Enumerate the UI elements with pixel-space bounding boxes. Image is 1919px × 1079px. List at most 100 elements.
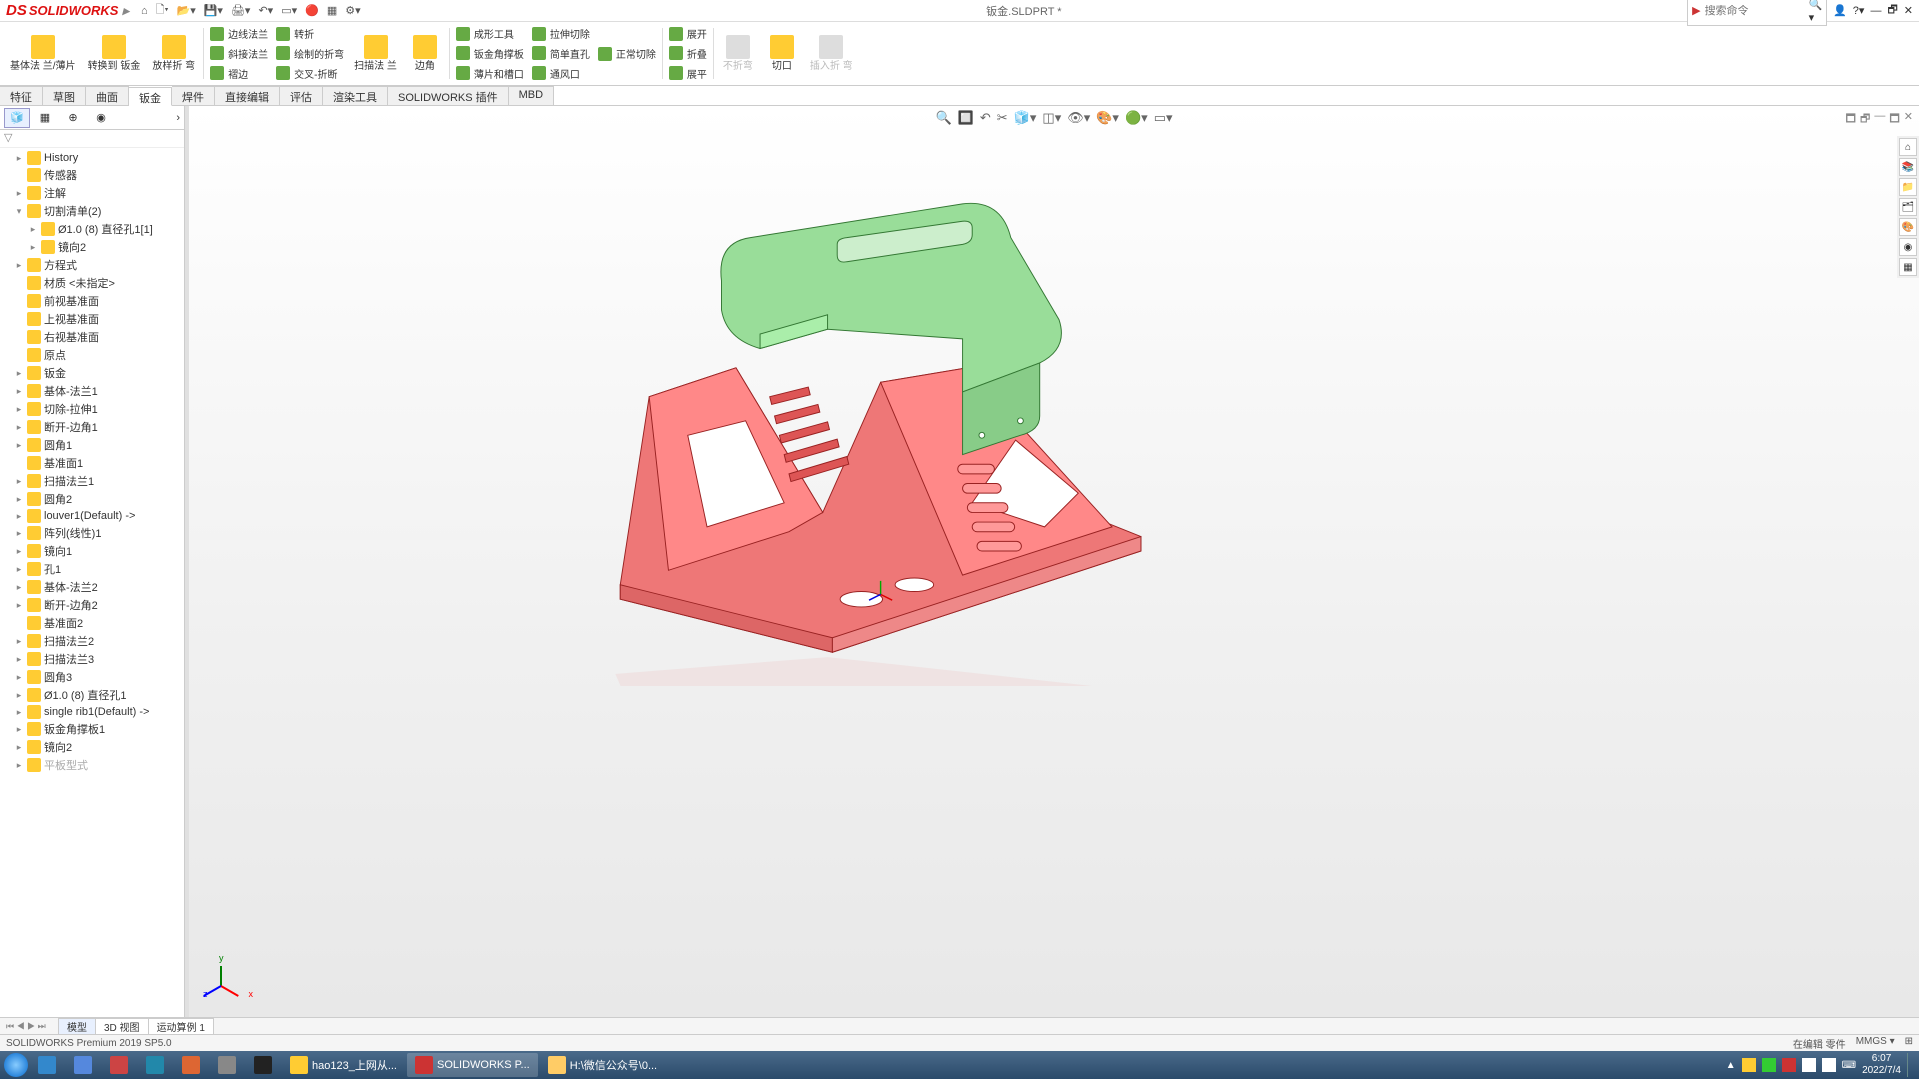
- tree-node[interactable]: ▸Ø1.0 (8) 直径孔1: [0, 686, 184, 704]
- command-tab-钣金[interactable]: 钣金: [129, 87, 172, 106]
- taskpane-resources-icon[interactable]: 📚: [1899, 158, 1917, 176]
- tree-expand-icon[interactable]: ▸: [14, 707, 24, 718]
- tree-expand-icon[interactable]: ▸: [14, 724, 24, 735]
- section-view-icon[interactable]: ✂: [997, 110, 1008, 126]
- taskpane-design-library-icon[interactable]: 📁: [1899, 178, 1917, 196]
- select-icon[interactable]: ▭▾: [281, 4, 297, 17]
- configuration-manager-tab[interactable]: ⊕: [60, 108, 86, 128]
- command-tab-焊件[interactable]: 焊件: [172, 86, 215, 105]
- normal-cut-button[interactable]: 正常切除: [594, 45, 660, 62]
- tree-node[interactable]: 基准面2: [0, 614, 184, 632]
- taskpane-view-palette-icon[interactable]: 🎨: [1899, 218, 1917, 236]
- tree-node[interactable]: 右视基准面: [0, 328, 184, 346]
- taskbar-app-button[interactable]: [66, 1053, 100, 1077]
- tree-node[interactable]: ▸基体-法兰1: [0, 382, 184, 400]
- taskbar-app-button[interactable]: [138, 1053, 172, 1077]
- tree-node[interactable]: 传感器: [0, 166, 184, 184]
- simple-hole-button[interactable]: 简单直孔: [528, 45, 594, 62]
- tree-expand-icon[interactable]: ▸: [28, 242, 38, 253]
- tree-expand-icon[interactable]: ▸: [14, 368, 24, 379]
- tree-expand-icon[interactable]: ▸: [14, 153, 24, 164]
- taskbar-app-button[interactable]: H:\微信公众号\0...: [540, 1053, 665, 1077]
- help-icon[interactable]: ?▾: [1853, 4, 1865, 17]
- feature-tree-tab[interactable]: 🧊: [4, 108, 30, 128]
- tree-expand-icon[interactable]: ▸: [14, 564, 24, 575]
- tree-expand-icon[interactable]: ▸: [14, 422, 24, 433]
- tree-node[interactable]: 基准面1: [0, 454, 184, 472]
- tree-node[interactable]: ▸History: [0, 150, 184, 166]
- tree-node[interactable]: ▸断开-边角2: [0, 596, 184, 614]
- tray-input-icon[interactable]: ⌨: [1842, 1060, 1856, 1071]
- tree-node[interactable]: ▸阵列(线性)1: [0, 524, 184, 542]
- tree-expand-icon[interactable]: ▸: [14, 476, 24, 487]
- display-style-icon[interactable]: ◫▾: [1042, 110, 1061, 126]
- restore-icon[interactable]: 🗗: [1887, 1, 1897, 20]
- cross-break-button[interactable]: 交叉-折断: [272, 65, 348, 82]
- tree-node[interactable]: ▸断开-边角1: [0, 418, 184, 436]
- command-tab-草图[interactable]: 草图: [43, 86, 86, 105]
- undo-icon[interactable]: ↶▾: [258, 4, 273, 17]
- tree-expand-icon[interactable]: ▸: [28, 224, 38, 235]
- show-desktop-button[interactable]: [1907, 1053, 1915, 1077]
- taskbar-app-button[interactable]: [210, 1053, 244, 1077]
- tree-node[interactable]: ▸切除-拉伸1: [0, 400, 184, 418]
- jog-button[interactable]: 转折: [272, 25, 348, 42]
- tree-node[interactable]: ▸Ø1.0 (8) 直径孔1[1]: [0, 220, 184, 238]
- hem-button[interactable]: 褶边: [206, 65, 272, 82]
- base-flange-button[interactable]: 基体法 兰/薄片: [4, 24, 82, 83]
- command-tab-SOLIDWORKS 插件[interactable]: SOLIDWORKS 插件: [388, 86, 509, 105]
- tree-node[interactable]: ▸圆角2: [0, 490, 184, 508]
- command-tab-渲染工具[interactable]: 渲染工具: [323, 86, 388, 105]
- tree-expand-icon[interactable]: ▸: [14, 440, 24, 451]
- taskpane-custom-props-icon[interactable]: ▦: [1899, 258, 1917, 276]
- tree-expand-icon[interactable]: ›: [176, 112, 180, 124]
- zoom-fit-icon[interactable]: 🔍: [936, 110, 952, 126]
- graphics-viewport[interactable]: 🔍 🔲 ↶ ✂ 🧊▾ ◫▾ 👁▾ 🎨▾ 🟢▾ ▭▾ 🗖 🗗 — 🗖 ✕ ⌂ 📚 …: [189, 106, 1919, 1017]
- swept-flange-button[interactable]: 扫描法 兰: [348, 24, 403, 83]
- tree-expand-icon[interactable]: ▸: [14, 690, 24, 701]
- tray-volume-icon[interactable]: [1822, 1058, 1836, 1072]
- tree-node[interactable]: ▸平板型式: [0, 756, 184, 774]
- tree-node[interactable]: ▸镜向1: [0, 542, 184, 560]
- viewport-minimize-icon[interactable]: —: [1874, 110, 1885, 129]
- viewport-maximize-icon[interactable]: 🗖: [1889, 110, 1899, 129]
- taskbar-app-button[interactable]: SOLIDWORKS P...: [407, 1053, 538, 1077]
- tree-expand-icon[interactable]: ▸: [14, 636, 24, 647]
- tray-icon-2[interactable]: [1762, 1058, 1776, 1072]
- tree-node[interactable]: ▸single rib1(Default) ->: [0, 704, 184, 720]
- bottom-tab-运动算例 1[interactable]: 运动算例 1: [148, 1018, 214, 1035]
- tree-node[interactable]: ▸扫描法兰2: [0, 632, 184, 650]
- tree-expand-icon[interactable]: ▸: [14, 188, 24, 199]
- home-icon[interactable]: ⌂: [141, 5, 148, 17]
- tree-node[interactable]: ▸圆角1: [0, 436, 184, 454]
- close-icon[interactable]: ✕: [1904, 4, 1913, 17]
- command-tab-MBD[interactable]: MBD: [509, 86, 554, 105]
- tree-expand-icon[interactable]: ▸: [14, 582, 24, 593]
- view-orientation-icon[interactable]: 🧊▾: [1014, 110, 1037, 126]
- forming-tool-button[interactable]: 成形工具: [452, 25, 528, 42]
- user-icon[interactable]: 👤: [1833, 4, 1847, 17]
- taskpane-home-icon[interactable]: ⌂: [1899, 138, 1917, 156]
- fold-button[interactable]: 折叠: [665, 45, 711, 62]
- tree-node[interactable]: 前视基准面: [0, 292, 184, 310]
- search-command-box[interactable]: ▶ 🔍▾: [1687, 0, 1827, 26]
- taskbar-app-button[interactable]: [174, 1053, 208, 1077]
- tree-node[interactable]: ▸扫描法兰1: [0, 472, 184, 490]
- taskbar-app-button[interactable]: hao123_上网从...: [282, 1053, 405, 1077]
- sketched-bend-button[interactable]: 绘制的折弯: [272, 45, 348, 62]
- new-icon[interactable]: 🗋▾: [156, 1, 169, 20]
- command-tab-评估[interactable]: 评估: [280, 86, 323, 105]
- tree-node[interactable]: ▸圆角3: [0, 668, 184, 686]
- search-magnify-icon[interactable]: 🔍▾: [1809, 0, 1823, 24]
- logo-dropdown-icon[interactable]: ▸: [122, 3, 129, 19]
- viewport-close-icon[interactable]: ✕: [1904, 110, 1913, 129]
- taskpane-appearances-icon[interactable]: ◉: [1899, 238, 1917, 256]
- property-manager-tab[interactable]: ▦: [32, 108, 58, 128]
- tree-expand-icon[interactable]: ▸: [14, 494, 24, 505]
- taskbar-clock[interactable]: 6:07 2022/7/4: [1862, 1053, 1901, 1077]
- lofted-bend-button[interactable]: 放样折 弯: [146, 24, 201, 83]
- tree-node[interactable]: ▾切割清单(2): [0, 202, 184, 220]
- tree-expand-icon[interactable]: ▸: [14, 654, 24, 665]
- start-button[interactable]: [4, 1053, 28, 1077]
- tree-node[interactable]: 原点: [0, 346, 184, 364]
